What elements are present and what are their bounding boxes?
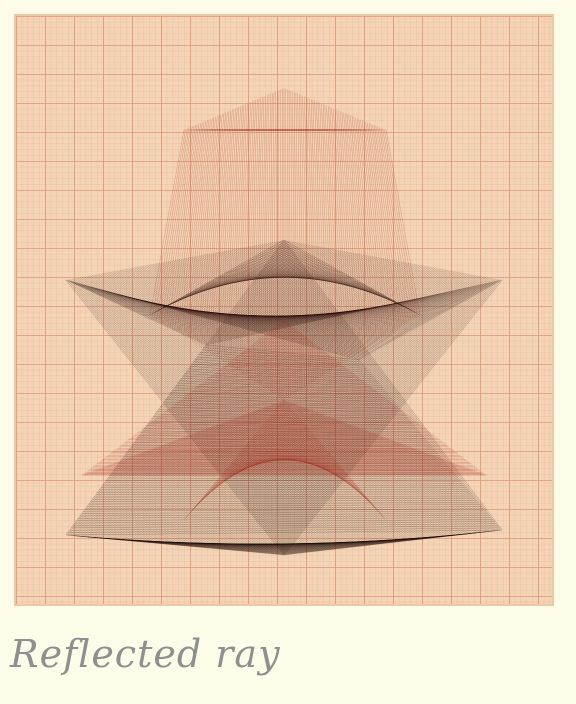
graph-paper-artwork: Reflected ray [0, 0, 576, 704]
caption-title: Reflected ray [10, 632, 281, 676]
reflected-ray-drawing [14, 14, 554, 606]
